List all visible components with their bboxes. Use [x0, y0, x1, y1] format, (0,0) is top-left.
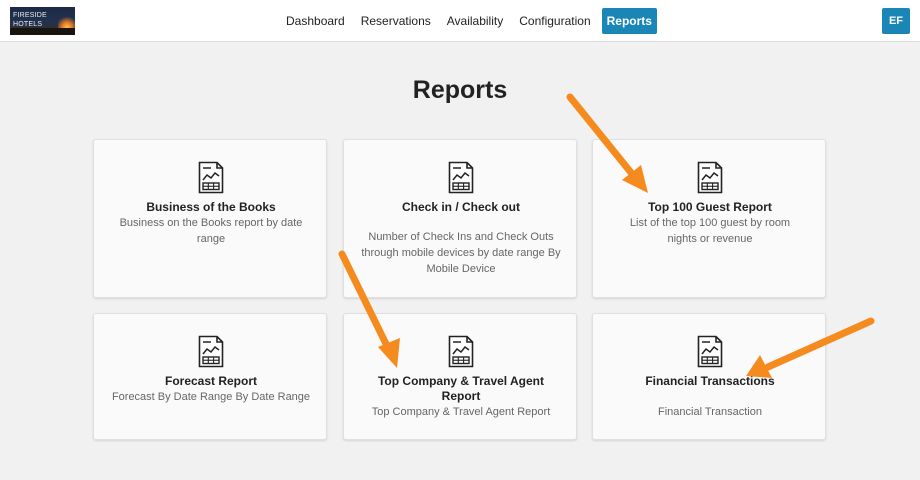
card-title: Business of the Books — [146, 200, 276, 214]
card-title: Check in / Check out — [401, 200, 521, 214]
report-icon — [198, 161, 224, 194]
logo-ridge — [10, 28, 75, 35]
nav-configuration[interactable]: Configuration — [511, 8, 598, 34]
report-card-top-100-guest[interactable]: Top 100 Guest Report List of the top 100… — [592, 139, 826, 298]
card-description: Forecast By Date Range By Date Range — [111, 391, 311, 403]
fireside-hotels-logo[interactable]: FIRESIDE HOTELS — [10, 7, 75, 35]
report-icon — [198, 335, 224, 368]
report-card-check-in-check-out[interactable]: Check in / Check out Number of Check Ins… — [343, 139, 577, 298]
top-navigation-bar: FIRESIDE HOTELS Dashboard Reservations A… — [0, 0, 920, 42]
card-title: Financial Transactions — [645, 374, 775, 388]
nav-dashboard[interactable]: Dashboard — [278, 8, 353, 34]
nav-reports[interactable]: Reports — [601, 8, 657, 34]
report-card-top-company-travel-agent[interactable]: Top Company & Travel Agent Report Top Co… — [343, 313, 577, 440]
logo-text: FIRESIDE HOTELS — [13, 12, 47, 28]
report-card-forecast[interactable]: Forecast Report Forecast By Date Range B… — [93, 313, 327, 440]
card-description: Business on the Books report by date ran… — [119, 217, 303, 245]
page-title: Reports — [412, 76, 508, 104]
main-nav: Dashboard Reservations Availability Conf… — [278, 8, 657, 34]
card-title: Forecast Report — [164, 374, 258, 388]
report-icon — [448, 161, 474, 194]
user-avatar[interactable]: EF — [882, 8, 910, 34]
nav-availability[interactable]: Availability — [439, 8, 511, 34]
card-title: Top Company & Travel Agent Report — [377, 374, 545, 403]
report-icon — [697, 335, 723, 368]
report-card-business-of-the-books[interactable]: Business of the Books Business on the Bo… — [93, 139, 327, 298]
card-description: Number of Check Ins and Check Outs throu… — [361, 231, 561, 275]
nav-reservations[interactable]: Reservations — [353, 8, 439, 34]
report-card-financial-transactions[interactable]: Financial Transactions Financial Transac… — [592, 313, 826, 440]
card-description: Financial Transaction — [658, 406, 762, 418]
card-title: Top 100 Guest Report — [648, 200, 772, 214]
card-description: Top Company & Travel Agent Report — [371, 406, 551, 418]
report-icon — [697, 161, 723, 194]
report-icon — [448, 335, 474, 368]
card-description: List of the top 100 guest by room nights… — [629, 217, 791, 245]
